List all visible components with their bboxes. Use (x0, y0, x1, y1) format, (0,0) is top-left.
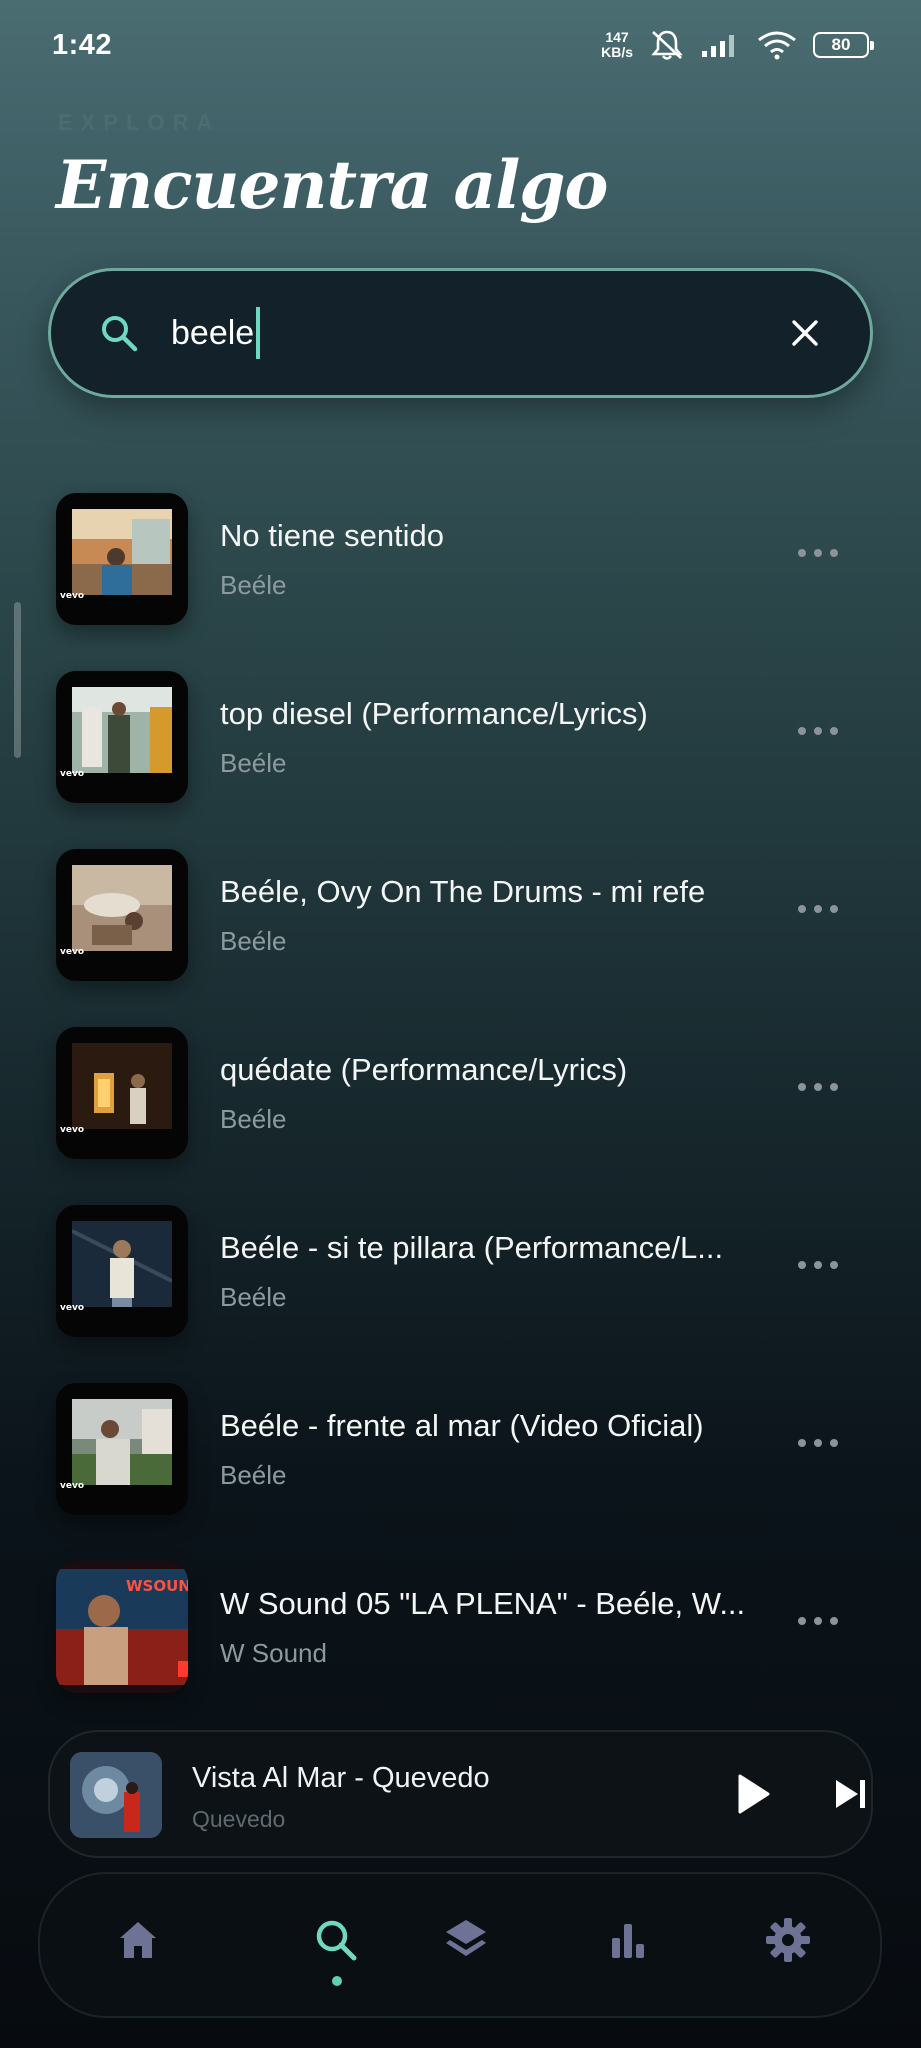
track-artist: Beéle (220, 1282, 287, 1312)
list-item[interactable]: WSOUND05 W Sound 05 "LA PLENA" - Beéle, … (0, 1556, 921, 1734)
play-icon[interactable] (730, 1772, 774, 1816)
list-item[interactable]: vevo top diesel (Performance/Lyrics) Beé… (0, 666, 921, 844)
nav-settings[interactable] (762, 1914, 814, 1966)
bottom-navigation (38, 1872, 882, 2018)
search-icon (102, 316, 138, 352)
track-artist: Beéle (220, 570, 287, 600)
search-input[interactable]: beele (171, 303, 788, 363)
thumbnail-badge: vevo (60, 591, 85, 601)
more-options-icon[interactable] (798, 1080, 838, 1094)
thumbnail-image: WSOUND05 (56, 1569, 188, 1685)
list-item[interactable]: vevo Beéle - si te pillara (Performance/… (0, 1200, 921, 1378)
track-thumbnail: vevo (56, 493, 188, 625)
track-title: W Sound 05 "LA PLENA" - Beéle, W... (220, 1586, 746, 1621)
more-options-icon[interactable] (798, 724, 838, 738)
track-title: Beéle - frente al mar (Video Oficial) (220, 1408, 704, 1443)
track-title: top diesel (Performance/Lyrics) (220, 696, 648, 731)
nav-library[interactable] (440, 1914, 492, 1966)
track-artist: W Sound (220, 1638, 327, 1668)
nav-home[interactable] (112, 1914, 164, 1966)
search-results-list: vevo No tiene sentido Beéle vevo top die… (0, 488, 921, 1734)
nav-search[interactable] (310, 1914, 362, 1966)
thumbnail-badge: vevo (60, 947, 85, 957)
home-icon (120, 1922, 156, 1958)
now-playing-artwork (70, 1752, 162, 1838)
search-query: beele (171, 313, 255, 352)
track-thumbnail: WSOUND05 (56, 1561, 188, 1693)
mini-player[interactable]: Vista Al Mar - Quevedo Quevedo (48, 1730, 873, 1858)
status-bar: 1:42 147 KB/s 80 (0, 0, 921, 90)
track-title: quédate (Performance/Lyrics) (220, 1052, 628, 1087)
thumbnail-badge: vevo (60, 769, 85, 779)
library-layers-icon (446, 1920, 486, 1956)
thumbnail-image (72, 1399, 172, 1485)
track-artist: Beéle (220, 1460, 287, 1490)
track-title: Beéle, Ovy On The Drums - mi refe (220, 874, 706, 909)
now-playing-title: Vista Al Mar - Quevedo (192, 1762, 490, 1794)
text-caret (256, 307, 261, 359)
close-icon[interactable] (788, 316, 822, 350)
wifi-icon (758, 31, 796, 60)
track-thumbnail: vevo (56, 849, 188, 981)
more-options-icon[interactable] (798, 1614, 838, 1628)
section-eyebrow: EXPLORA (58, 110, 221, 135)
more-options-icon[interactable] (798, 902, 838, 916)
track-artist: Beéle (220, 926, 287, 956)
thumbnail-image (72, 865, 172, 951)
track-title: Beéle - si te pillara (Performance/L... (220, 1230, 724, 1265)
nav-stats[interactable] (602, 1914, 654, 1966)
thumbnail-image (72, 509, 172, 595)
track-thumbnail: vevo (56, 1205, 188, 1337)
track-thumbnail: vevo (56, 1027, 188, 1159)
list-item[interactable]: vevo Beéle, Ovy On The Drums - mi refe B… (0, 844, 921, 1022)
track-thumbnail: vevo (56, 1383, 188, 1515)
more-options-icon[interactable] (798, 1436, 838, 1450)
network-speed: 147 KB/s (601, 29, 633, 60)
thumbnail-badge: vevo (60, 1303, 85, 1313)
thumbnail-image (72, 1221, 172, 1307)
page-title: Encuentra algo (56, 146, 608, 224)
status-icons: 147 KB/s 80 (601, 28, 874, 62)
search-bar[interactable]: beele (48, 268, 873, 398)
settings-gear-icon (766, 1918, 810, 1962)
more-options-icon[interactable] (798, 1258, 838, 1272)
stats-bars-icon (612, 1924, 644, 1958)
list-item[interactable]: vevo quédate (Performance/Lyrics) Beéle (0, 1022, 921, 1200)
thumbnail-badge: vevo (60, 1481, 85, 1491)
list-item[interactable]: vevo No tiene sentido Beéle (0, 488, 921, 666)
wsound-logo: WSOUND05 (126, 1577, 188, 1595)
thumbnail-image (72, 1043, 172, 1129)
thumbnail-badge: vevo (60, 1125, 85, 1135)
more-options-icon[interactable] (798, 546, 838, 560)
list-item[interactable]: vevo Beéle - frente al mar (Video Oficia… (0, 1378, 921, 1556)
track-artist: Beéle (220, 748, 287, 778)
track-title: No tiene sentido (220, 518, 445, 553)
signal-icon (702, 35, 734, 57)
mute-bell-icon (651, 30, 683, 60)
track-thumbnail: vevo (56, 671, 188, 803)
now-playing-artist: Quevedo (192, 1806, 286, 1832)
search-icon (316, 1920, 357, 1961)
thumbnail-image (72, 687, 172, 773)
track-artist: Beéle (220, 1104, 287, 1134)
status-time: 1:42 (52, 28, 113, 61)
active-indicator (332, 1976, 342, 1986)
battery-indicator: 80 (813, 32, 874, 58)
skip-next-icon[interactable] (830, 1774, 870, 1814)
